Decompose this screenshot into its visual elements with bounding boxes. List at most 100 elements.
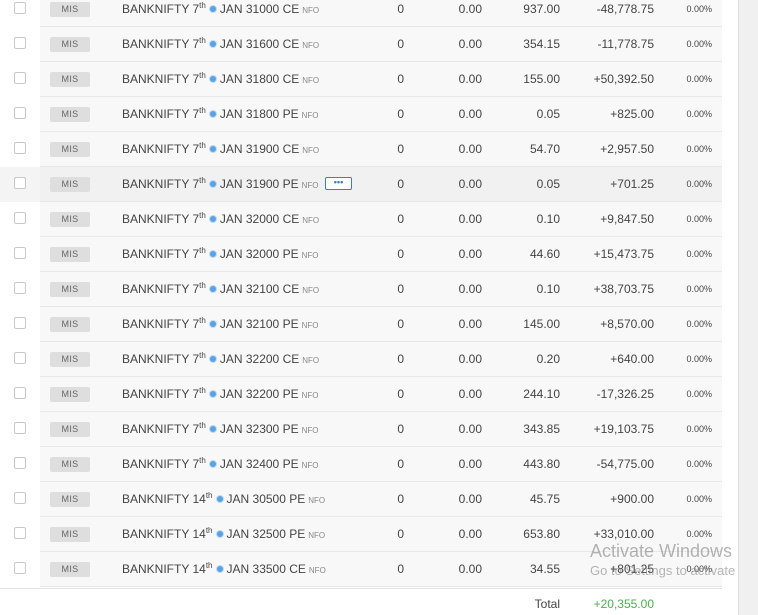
strike-price: 32200 [245,352,280,366]
instrument-name[interactable]: BANKNIFTY 7th JAN 31800 CE NFO [122,62,319,96]
row-checkbox[interactable] [14,457,26,469]
instrument-name[interactable]: BANKNIFTY 7th JAN 32400 PE NFO [122,447,318,481]
table-row[interactable]: MIS BANKNIFTY 7th JAN 31900 PE NFO ••• 0 0.00 0… [0,167,722,202]
expiry-month: JAN [226,562,250,576]
instrument-name[interactable]: BANKNIFTY 7th JAN 31900 PE NFO [122,167,318,201]
instrument-name[interactable]: BANKNIFTY 7th JAN 31800 PE NFO [122,97,318,131]
weekly-expiry-icon [215,530,224,539]
row-checkbox[interactable] [14,107,26,119]
change-cell: 0.00% [686,144,712,154]
ltp-cell: 0.20 [536,352,560,366]
table-row[interactable]: MIS BANKNIFTY 7th JAN 31600 CE NFO 0 0.00 354.… [0,27,722,62]
strike-price: 31000 [245,2,280,16]
pnl-cell: -17,326.25 [596,387,654,401]
exchange-label: NFO [301,181,319,190]
instrument-name[interactable]: BANKNIFTY 7th JAN 31000 CE NFO [122,0,319,26]
table-row[interactable]: MIS BANKNIFTY 7th JAN 31900 CE NFO 0 0.00 54.7… [0,132,722,167]
instrument-name[interactable]: BANKNIFTY 14th JAN 33500 CE NFO [122,552,326,586]
table-row[interactable]: MIS BANKNIFTY 7th JAN 32200 PE NFO 0 0.00 244.… [0,377,722,412]
product-badge: MIS [50,562,90,577]
instrument-name[interactable]: BANKNIFTY 7th JAN 32100 CE NFO [122,272,319,306]
more-options-icon[interactable]: ••• [325,177,352,190]
row-checkbox[interactable] [14,72,26,84]
table-row[interactable]: MIS BANKNIFTY 7th JAN 32100 PE NFO 0 0.00 145.… [0,307,722,342]
instrument-symbol: BANKNIFTY [122,387,190,401]
pnl-cell: -11,778.75 [597,37,655,51]
option-type: CE [282,2,300,16]
table-row[interactable]: MIS BANKNIFTY 7th JAN 32100 CE NFO 0 0.00 0.10… [0,272,722,307]
expiry-month: JAN [219,212,243,226]
checkbox-cell [0,97,40,132]
average-price-cell: 0.00 [458,317,482,331]
ltp-cell: 145.00 [523,317,560,331]
average-price-cell: 0.00 [458,247,482,261]
quantity-cell: 0 [397,527,404,541]
quantity-cell: 0 [397,72,404,86]
row-checkbox[interactable] [14,317,26,329]
instrument-name[interactable]: BANKNIFTY 14th JAN 30500 PE NFO [122,482,325,516]
scrollbar[interactable] [738,0,758,615]
expiry-day-suffix: th [199,386,206,395]
average-price-cell: 0.00 [458,72,482,86]
row-checkbox[interactable] [14,387,26,399]
table-row[interactable]: MIS BANKNIFTY 7th JAN 31800 CE NFO 0 0.00 155.… [0,62,722,97]
row-checkbox[interactable] [14,247,26,259]
table-row[interactable]: MIS BANKNIFTY 7th JAN 31000 CE NFO 0 0.00 937.… [0,0,722,27]
checkbox-cell [0,377,40,412]
total-pnl: +20,355.00 [593,597,654,611]
option-type: CE [289,562,306,576]
change-cell: 0.00% [686,74,712,84]
expiry-day-suffix: th [199,246,206,255]
average-price-cell: 0.00 [458,562,482,576]
instrument-symbol: BANKNIFTY [122,177,190,191]
instrument-name[interactable]: BANKNIFTY 7th JAN 31600 CE NFO [122,27,319,61]
expiry-month: JAN [219,422,243,436]
row-checkbox[interactable] [14,422,26,434]
expiry-month: JAN [219,37,243,51]
row-checkbox[interactable] [14,562,26,574]
instrument-symbol: BANKNIFTY [122,142,190,156]
option-type: PE [282,457,299,471]
table-row[interactable]: MIS BANKNIFTY 14th JAN 30500 PE NFO 0 0.00 45.… [0,482,722,517]
quantity-cell: 0 [397,352,404,366]
instrument-name[interactable]: BANKNIFTY 7th JAN 32200 CE NFO [122,342,319,376]
row-checkbox[interactable] [14,527,26,539]
row-checkbox[interactable] [14,37,26,49]
row-checkbox[interactable] [14,282,26,294]
table-row[interactable]: MIS BANKNIFTY 14th JAN 33500 CE NFO 0 0.00 34.… [0,552,722,587]
average-price-cell: 0.00 [458,177,482,191]
instrument-symbol: BANKNIFTY [122,527,190,541]
ltp-cell: 155.00 [523,72,560,86]
row-checkbox[interactable] [14,142,26,154]
row-checkbox[interactable] [14,352,26,364]
instrument-name[interactable]: BANKNIFTY 14th JAN 32500 PE NFO [122,517,325,551]
instrument-name[interactable]: BANKNIFTY 7th JAN 32300 PE NFO [122,412,318,446]
quantity-cell: 0 [397,422,404,436]
table-row[interactable]: MIS BANKNIFTY 7th JAN 32400 PE NFO 0 0.00 443.… [0,447,722,482]
expiry-day-suffix: th [199,71,206,80]
table-row[interactable]: MIS BANKNIFTY 7th JAN 32000 CE NFO 0 0.00 0.10… [0,202,722,237]
option-type: PE [282,107,299,121]
expiry-month: JAN [219,142,243,156]
table-row[interactable]: MIS BANKNIFTY 7th JAN 31800 PE NFO 0 0.00 0.05… [0,97,722,132]
average-price-cell: 0.00 [458,457,482,471]
table-row[interactable]: MIS BANKNIFTY 7th JAN 32000 PE NFO 0 0.00 44.6… [0,237,722,272]
average-price-cell: 0.00 [458,212,482,226]
instrument-name[interactable]: BANKNIFTY 7th JAN 32000 CE NFO [122,202,319,236]
product-badge: MIS [50,107,90,122]
table-row[interactable]: MIS BANKNIFTY 7th JAN 32200 CE NFO 0 0.00 0.20… [0,342,722,377]
quantity-cell: 0 [397,317,404,331]
ltp-cell: 0.10 [536,282,560,296]
row-checkbox[interactable] [14,177,26,189]
ltp-cell: 0.05 [536,177,560,191]
instrument-name[interactable]: BANKNIFTY 7th JAN 32200 PE NFO [122,377,318,411]
table-row[interactable]: MIS BANKNIFTY 14th JAN 32500 PE NFO 0 0.00 653… [0,517,722,552]
row-checkbox[interactable] [14,212,26,224]
table-row[interactable]: MIS BANKNIFTY 7th JAN 32300 PE NFO 0 0.00 343.… [0,412,722,447]
instrument-name[interactable]: BANKNIFTY 7th JAN 32000 PE NFO [122,237,318,271]
row-checkbox[interactable] [14,492,26,504]
instrument-name[interactable]: BANKNIFTY 7th JAN 31900 CE NFO [122,132,319,166]
weekly-expiry-icon [208,320,217,329]
instrument-name[interactable]: BANKNIFTY 7th JAN 32100 PE NFO [122,307,318,341]
row-checkbox[interactable] [14,2,26,14]
